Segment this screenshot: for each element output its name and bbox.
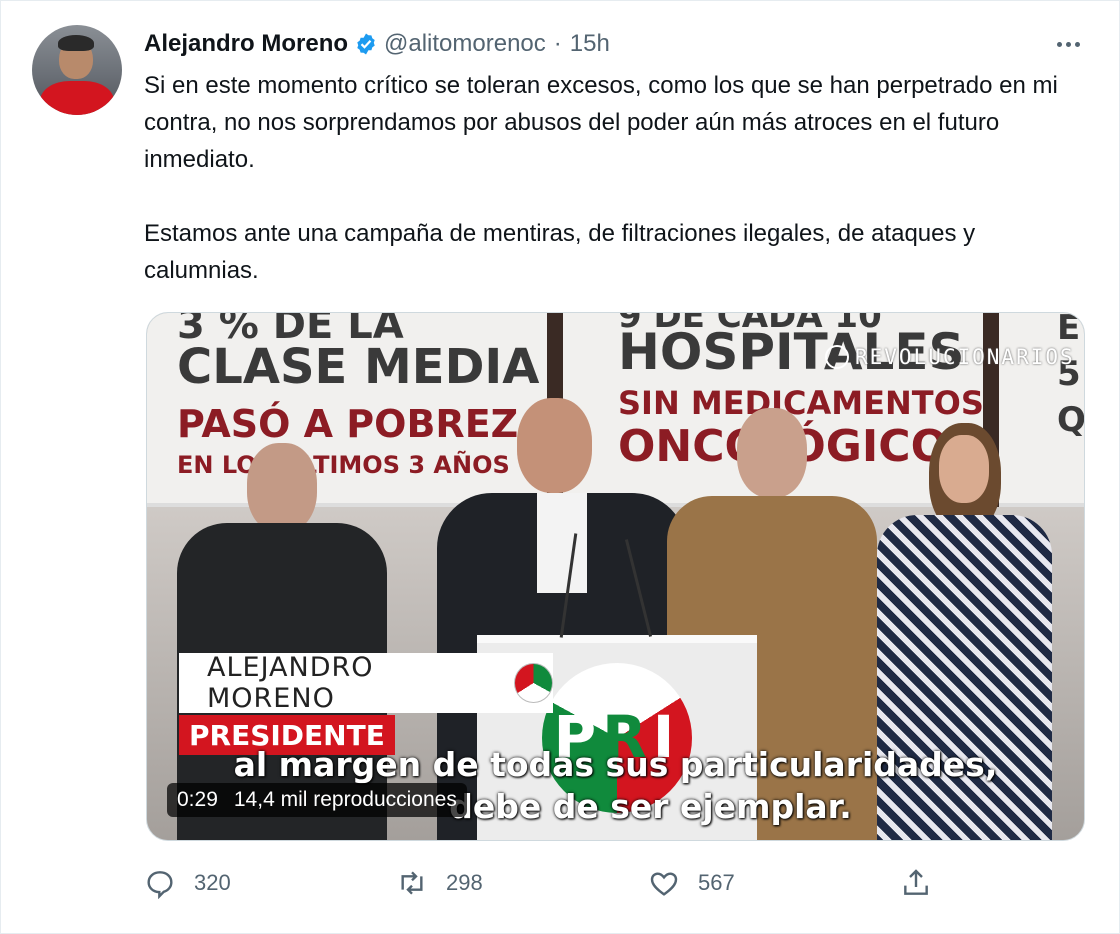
video-views: 14,4 mil reproducciones xyxy=(233,788,457,811)
channel-watermark: REVOLUCIONARIOS xyxy=(825,345,1075,369)
tweet-timestamp[interactable]: 15h xyxy=(570,30,610,58)
reply-count: 320 xyxy=(194,870,231,895)
more-dot xyxy=(1065,41,1071,47)
retweet-count: 298 xyxy=(446,870,483,895)
author-name[interactable]: Alejandro Moreno xyxy=(144,30,348,58)
tweet-paragraph: Si en este momento crítico se toleran ex… xyxy=(144,72,1058,173)
tweet-actions: 320 298 567 xyxy=(144,863,944,903)
person-head xyxy=(737,408,807,498)
avatar[interactable] xyxy=(32,25,122,115)
tweet-header: Alejandro Moreno @alitomorenoc · 15h xyxy=(144,29,610,59)
avatar-hair xyxy=(58,35,94,51)
share-icon xyxy=(904,869,928,895)
tweet-card[interactable]: Alejandro Moreno @alitomorenoc · 15h Si … xyxy=(0,0,1120,934)
retweet-icon xyxy=(401,871,423,895)
more-dot xyxy=(1056,41,1062,47)
subtitle-line: al margen de todas sus particularidades, xyxy=(233,745,998,784)
person-head xyxy=(939,435,989,503)
share-button[interactable] xyxy=(900,863,932,903)
watermark-text: REVOLUCIONARIOS xyxy=(855,345,1075,369)
video-player[interactable]: 3 % DE LA CLASE MEDIA PASÓ A POBREZA EN … xyxy=(146,312,1085,841)
like-button[interactable]: 567 xyxy=(648,863,735,903)
more-dot xyxy=(1074,41,1080,47)
more-icon[interactable] xyxy=(1053,29,1083,59)
retweet-button[interactable]: 298 xyxy=(396,863,483,903)
like-icon xyxy=(650,872,678,896)
avatar-shirt xyxy=(40,81,114,115)
tweet-paragraph: Estamos ante una campaña de mentiras, de… xyxy=(144,220,976,284)
author-handle[interactable]: @alitomorenoc xyxy=(384,30,546,58)
person-head xyxy=(247,443,317,533)
separator-dot: · xyxy=(553,30,562,57)
banner-right-line: Q xyxy=(1057,400,1085,440)
reply-icon xyxy=(147,871,173,899)
like-count: 567 xyxy=(698,870,735,895)
tweet-text: Si en este momento crítico se toleran ex… xyxy=(144,67,1074,289)
watermark-logo-icon xyxy=(825,345,849,369)
banner-right-line: E xyxy=(1057,312,1081,348)
video-duration: 0:29 xyxy=(177,788,218,811)
lower-third-name: ALEJANDRO MORENO xyxy=(179,652,553,714)
video-info-pill: 0:29 14,4 mil reproducciones xyxy=(167,783,467,817)
person-shirt xyxy=(537,493,587,593)
lower-third-name-text: ALEJANDRO MORENO xyxy=(207,652,374,714)
verified-badge-icon xyxy=(357,33,375,55)
banner-left-line: CLASE MEDIA xyxy=(177,339,540,395)
reply-button[interactable]: 320 xyxy=(144,863,231,903)
pri-badge-icon xyxy=(514,663,553,703)
person-head xyxy=(517,398,592,493)
